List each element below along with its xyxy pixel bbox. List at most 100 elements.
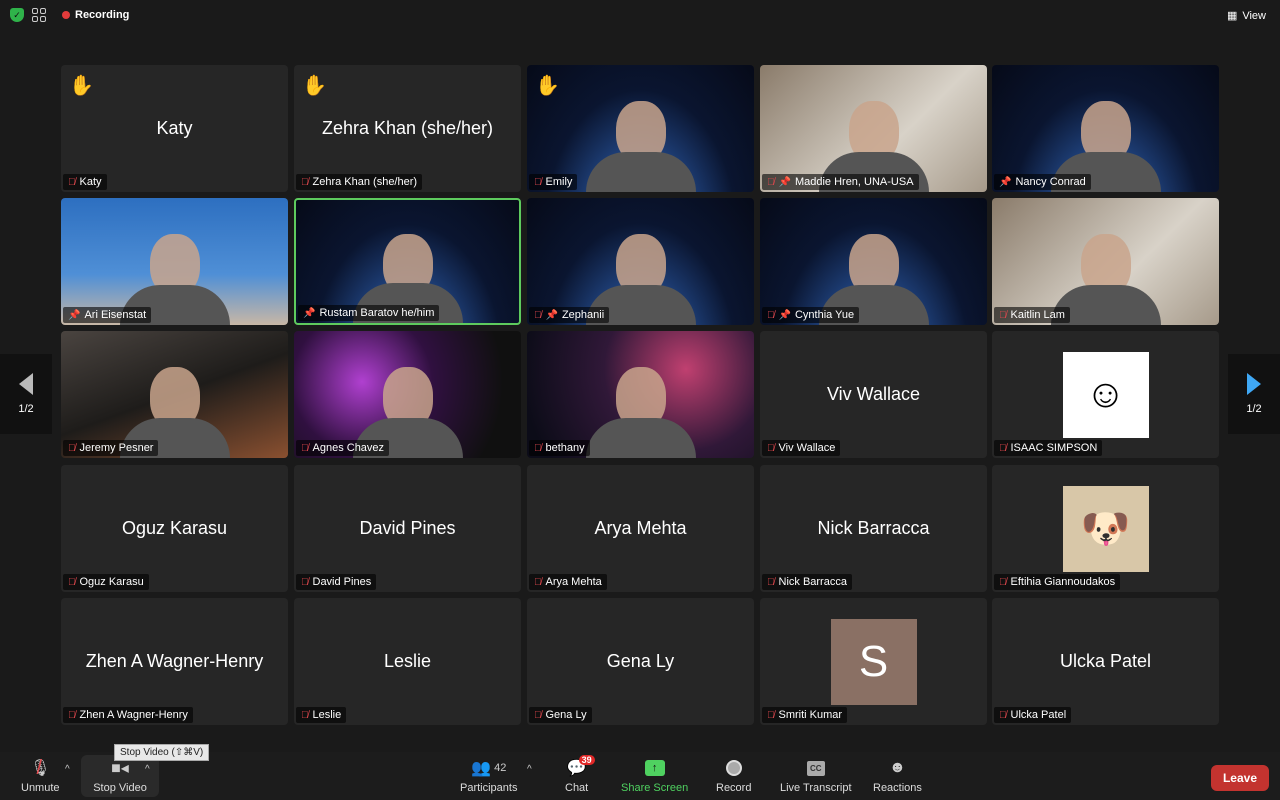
participant-tile[interactable]: 🎙̸ 📌 Maddie Hren, UNA-USA — [760, 65, 987, 192]
participants-button[interactable]: 👥 42 Participants — [460, 758, 517, 794]
participant-count: 42 — [494, 762, 507, 774]
participant-tile[interactable]: 🎙̸ 📌 Cynthia Yue — [760, 198, 987, 325]
participant-tile[interactable]: ☺ 🎙̸ ISAAC SIMPSON — [992, 331, 1219, 458]
next-page-button[interactable]: 1/2 — [1228, 354, 1280, 434]
participant-tile[interactable]: 📌 Rustam Baratov he/him — [294, 198, 521, 325]
participant-name-label: 🎙̸ Viv Wallace — [762, 440, 841, 456]
share-screen-label: Share Screen — [621, 782, 689, 794]
participant-display-name: Leslie — [383, 651, 432, 671]
participant-tile[interactable]: 🎙̸ Jeremy Pesner — [61, 331, 288, 458]
unmute-button[interactable]: 🎙 / Unmute — [21, 756, 60, 795]
participant-name-label: 📌 Nancy Conrad — [994, 174, 1091, 190]
participant-tile[interactable]: Zehra Khan (she/her) ✋ 🎙̸ Zehra Khan (she/h… — [294, 65, 521, 192]
participants-caret-icon[interactable]: ^ — [527, 764, 532, 775]
security-shield-icon[interactable]: ✓ — [10, 8, 24, 22]
participant-tile[interactable]: 🎙̸ 📌 Zephanii — [527, 198, 754, 325]
stop-video-button[interactable]: ■◂ Stop Video — [81, 755, 159, 797]
participant-name: Katy — [79, 176, 102, 188]
chat-button[interactable]: 💬 39 Chat — [565, 755, 595, 794]
stop-video-tooltip: Stop Video (⇧⌘V) — [114, 744, 210, 761]
reactions-label: Reactions — [873, 782, 922, 794]
participant-tile[interactable]: Gena Ly 🎙̸ Gena Ly — [527, 598, 754, 725]
participant-name: bethany — [545, 442, 585, 454]
participant-tile[interactable]: ✋ 🎙̸ Emily — [527, 65, 754, 192]
recording-indicator[interactable]: Recording — [62, 9, 129, 21]
muted-mic-icon: 🎙̸ — [767, 176, 775, 188]
stop-video-label: Stop Video — [93, 782, 147, 794]
audio-options-caret-icon[interactable]: ^ — [65, 764, 70, 775]
participant-name-label: 🎙̸ Zehra Khan (she/her) — [296, 174, 423, 190]
participant-tile[interactable]: Nick Barracca 🎙̸ Nick Barracca — [760, 465, 987, 592]
closed-caption-icon: CC — [806, 758, 825, 778]
participant-tile[interactable]: Viv Wallace 🎙̸ Viv Wallace — [760, 331, 987, 458]
muted-mic-icon: 🎙̸ — [767, 309, 775, 321]
participant-name-label: 🎙̸ Jeremy Pesner — [63, 440, 159, 456]
participant-tile[interactable]: 🎙̸ Agnes Chavez — [294, 331, 521, 458]
video-options-caret-icon[interactable]: ^ — [145, 764, 150, 775]
participant-name: Arya Mehta — [545, 576, 602, 588]
participant-tile[interactable]: Ulcka Patel 🎙̸ Ulcka Patel — [992, 598, 1219, 725]
live-transcript-label: Live Transcript — [780, 782, 852, 794]
participant-tile[interactable]: Zhen A Wagner-Henry 🎙̸ Zhen A Wagner-Henry — [61, 598, 288, 725]
participant-tile[interactable]: Leslie 🎙̸ Leslie — [294, 598, 521, 725]
record-circle-icon — [725, 758, 742, 778]
participant-display-name: Oguz Karasu — [121, 518, 228, 538]
participant-name: Gena Ly — [545, 709, 587, 721]
share-arrow-icon: ↑ — [644, 758, 665, 778]
participant-name-label: 🎙̸ Emily — [529, 174, 578, 190]
pin-icon: 📌 — [778, 176, 791, 188]
participant-display-name: Gena Ly — [606, 651, 675, 671]
participant-name-label: 🎙̸ Zhen A Wagner-Henry — [63, 707, 193, 723]
record-button[interactable]: Record — [716, 758, 751, 794]
muted-mic-icon: 🎙̸ — [68, 442, 76, 454]
live-transcript-button[interactable]: CC Live Transcript — [780, 758, 852, 794]
participant-tile[interactable]: Katy ✋ 🎙̸ Katy — [61, 65, 288, 192]
participant-tile[interactable]: S 🎙̸ Smriti Kumar — [760, 598, 987, 725]
chat-label: Chat — [565, 782, 589, 794]
muted-mic-icon: 🎙̸ — [767, 442, 775, 454]
muted-mic-icon: 🎙 / — [30, 756, 51, 779]
participant-name: Ari Eisenstat — [84, 309, 147, 321]
participant-name-label: 🎙̸ Leslie — [296, 707, 347, 723]
dog-avatar-icon: 🐶 — [1062, 485, 1149, 572]
muted-mic-icon: 🎙̸ — [301, 709, 309, 721]
participant-name-label: 🎙̸ Oguz Karasu — [63, 574, 149, 590]
view-button[interactable]: ▦ View — [1226, 9, 1266, 23]
participant-name: Leslie — [312, 709, 342, 721]
muted-mic-icon: 🎙̸ — [68, 576, 76, 588]
participant-tile[interactable]: David Pines 🎙̸ David Pines — [294, 465, 521, 592]
page-indicator-left: 1/2 — [18, 403, 34, 415]
participant-tile[interactable]: 📌 Nancy Conrad — [992, 65, 1219, 192]
participant-name-label: 🎙̸ Arya Mehta — [529, 574, 607, 590]
participant-name: Zehra Khan (she/her) — [312, 176, 418, 188]
participant-name-label: 🎙̸ ISAAC SIMPSON — [994, 440, 1103, 456]
video-camera-icon: ■◂ — [111, 760, 129, 777]
muted-mic-icon: 🎙̸ — [301, 576, 309, 588]
participant-name-label: 🎙̸ Kaitlin Lam — [994, 307, 1070, 323]
participant-name-label: 📌 Rustam Baratov he/him — [298, 305, 440, 321]
participant-tile[interactable]: Arya Mehta 🎙̸ Arya Mehta — [527, 465, 754, 592]
muted-mic-icon: 🎙̸ — [999, 576, 1007, 588]
participant-tile[interactable]: Oguz Karasu 🎙̸ Oguz Karasu — [61, 465, 288, 592]
participant-name: Nancy Conrad — [1015, 176, 1086, 188]
participant-tile[interactable]: 📌 Ari Eisenstat — [61, 198, 288, 325]
raised-hand-icon: ✋ — [535, 75, 560, 97]
participant-avatar: S — [830, 618, 917, 705]
share-screen-button[interactable]: ↑ Share Screen — [621, 758, 688, 794]
recording-label: Recording — [75, 9, 130, 21]
participant-name-label: 🎙̸ 📌 Maddie Hren, UNA-USA — [762, 174, 919, 190]
participant-tile[interactable]: 🐶 🎙̸ Eftihia Giannoudakos — [992, 465, 1219, 592]
arrow-left-icon — [19, 373, 33, 395]
previous-page-button[interactable]: 1/2 — [0, 354, 52, 434]
participant-name-label: 🎙̸ Agnes Chavez — [296, 440, 390, 456]
leave-button[interactable]: Leave — [1210, 765, 1269, 791]
reactions-button[interactable]: ☻ Reactions — [873, 758, 922, 794]
gallery-grid-icon[interactable] — [32, 8, 46, 22]
view-grid-icon: ▦ — [1226, 10, 1238, 22]
participant-tile[interactable]: 🎙̸ bethany — [527, 331, 754, 458]
muted-mic-icon: 🎙̸ — [68, 176, 76, 188]
participant-tile[interactable]: 🎙̸ Kaitlin Lam — [992, 198, 1219, 325]
participant-name: Oguz Karasu — [79, 576, 144, 588]
participants-label: Participants — [460, 782, 518, 794]
reaction-smiley-icon: ☻ — [889, 759, 906, 776]
